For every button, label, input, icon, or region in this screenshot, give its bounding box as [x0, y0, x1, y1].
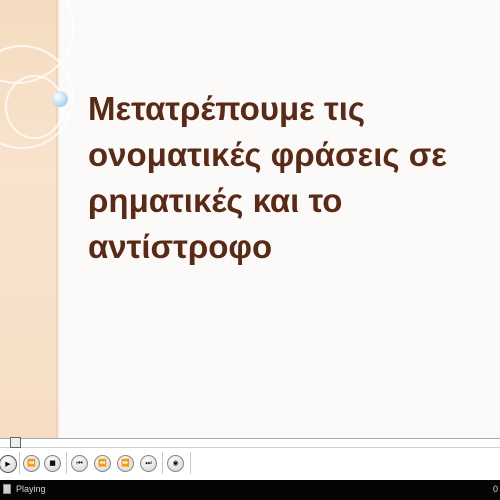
- slide-title: Μετατρέπουμε τις ονοματικές φράσεις σε ρ…: [88, 86, 488, 270]
- document-icon: [3, 484, 11, 494]
- divider: [19, 452, 20, 474]
- previous-button[interactable]: ⏮: [71, 455, 88, 472]
- decorative-arc: [5, 75, 64, 139]
- slide-canvas: Μετατρέπουμε τις ονοματικές φράσεις σε ρ…: [0, 0, 500, 438]
- mute-icon: ◉: [172, 459, 179, 467]
- next-button[interactable]: ⏭: [140, 455, 157, 472]
- status-time: 0: [492, 484, 498, 494]
- forward-button[interactable]: ⏩: [117, 455, 134, 472]
- back-icon: ⏪: [98, 459, 107, 467]
- stop-button[interactable]: ■: [44, 455, 61, 472]
- rewind-icon: ⏪: [27, 459, 36, 467]
- slide-title-line: Μετατρέπουμε τις: [88, 90, 366, 127]
- play-icon: ▶: [5, 459, 11, 468]
- seek-thumb[interactable]: [10, 437, 21, 448]
- next-icon: ⏭: [145, 459, 152, 467]
- slide-title-line: ρηματικές και το: [88, 182, 343, 219]
- slide-title-line: ονοματικές φράσεις σε: [88, 136, 447, 173]
- slide-title-line: αντίστροφο: [88, 228, 273, 265]
- seek-bar[interactable]: [0, 442, 500, 448]
- divider: [162, 452, 163, 474]
- status-bar: Playing 0: [0, 480, 500, 500]
- rewind-button[interactable]: ⏪: [23, 455, 40, 472]
- forward-icon: ⏩: [121, 459, 130, 467]
- previous-icon: ⏮: [76, 459, 83, 467]
- media-player-window: Μετατρέπουμε τις ονοματικές φράσεις σε ρ…: [0, 0, 500, 500]
- status-text: Playing: [16, 484, 46, 494]
- divider: [66, 452, 67, 474]
- stop-icon: ■: [49, 459, 56, 467]
- back-button[interactable]: ⏪: [94, 455, 111, 472]
- mute-button[interactable]: ◉: [167, 455, 184, 472]
- decorative-bubble-icon: [52, 91, 68, 107]
- divider: [190, 452, 191, 474]
